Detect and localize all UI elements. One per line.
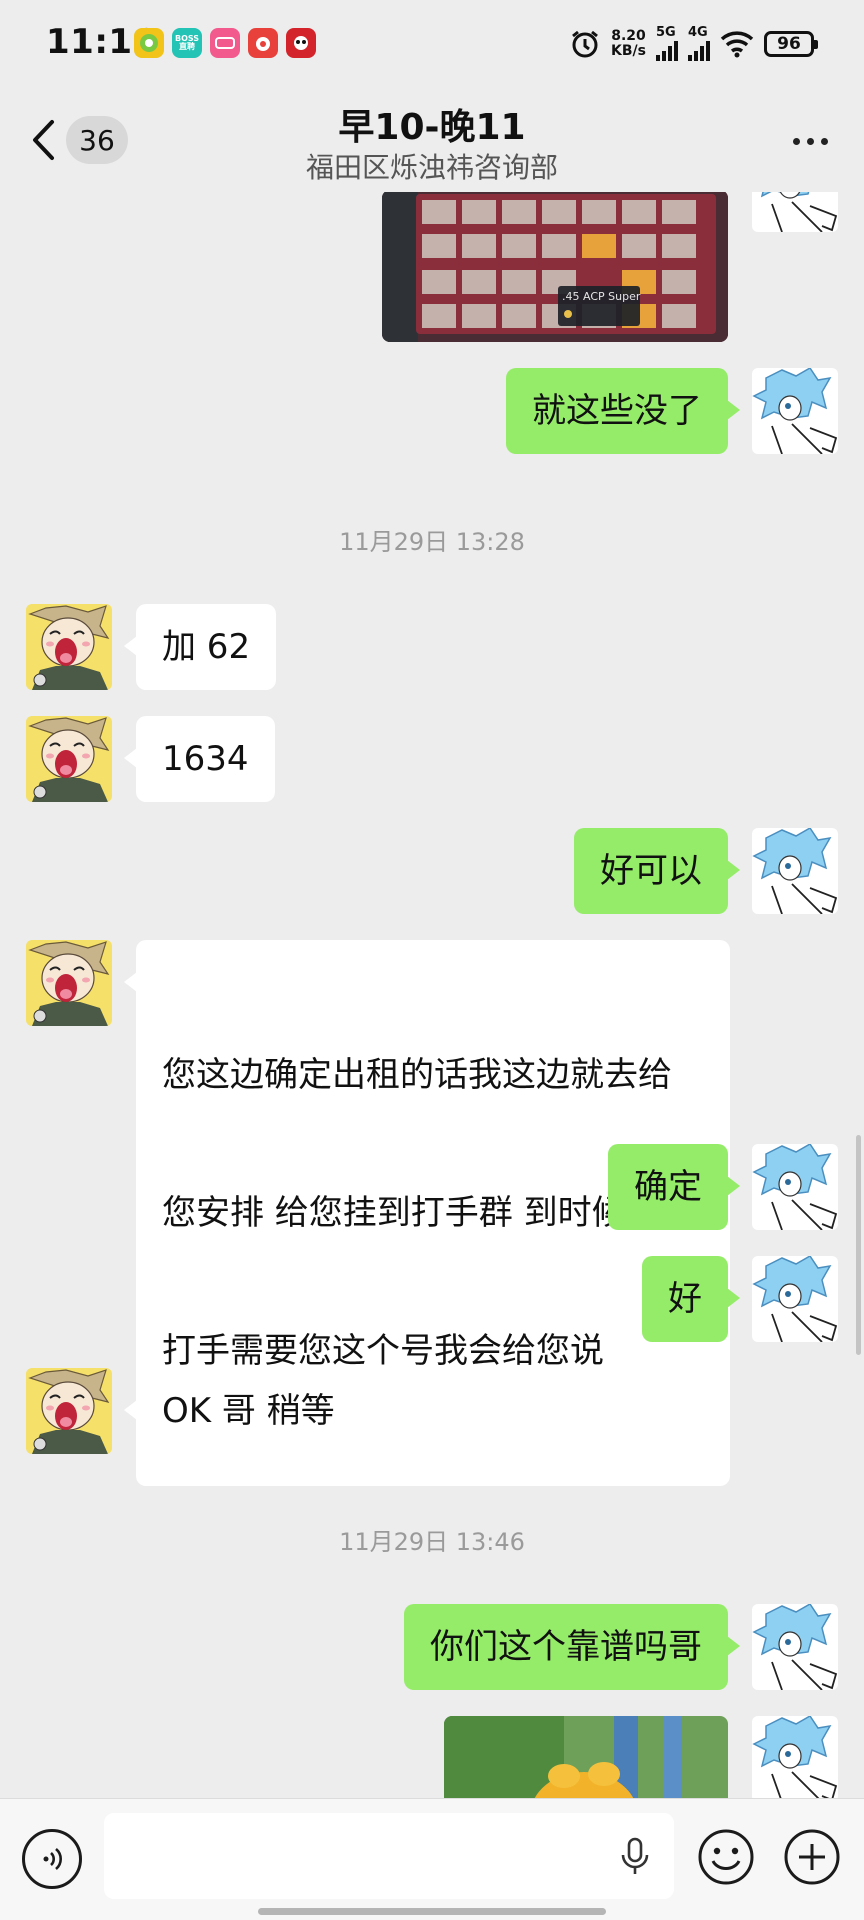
message-list[interactable]: .45 ACP Super 就这些没了 11月29日 13:28 加 62 16… <box>0 192 864 1798</box>
chat-header: 36 早10-晚11 福田区烁浊祎咨询部 <box>0 92 864 192</box>
alarm-icon <box>572 30 598 57</box>
avatar-contact[interactable] <box>26 940 112 1026</box>
app-icon-4 <box>248 28 278 58</box>
signal-bars-icon <box>656 39 678 61</box>
avatar-self[interactable] <box>752 368 838 454</box>
message-input[interactable] <box>104 1813 674 1899</box>
voice-input-button[interactable] <box>22 1829 82 1889</box>
avatar-contact[interactable] <box>26 604 112 690</box>
message-timestamp: 11月29日 13:28 <box>339 528 525 556</box>
message-line: 您这边确定出租的话我这边就去给 <box>162 1055 672 1095</box>
app-icon-boss: BOSS直聘 <box>172 28 202 58</box>
sent-message-bubble[interactable]: 好 <box>642 1256 740 1342</box>
sent-photo[interactable] <box>444 1716 728 1798</box>
sent-message-bubble[interactable]: 好可以 <box>574 828 740 914</box>
photo-caption: .45 ACP Super <box>562 290 641 303</box>
avatar-self[interactable] <box>752 828 838 914</box>
add-attachment-button[interactable] <box>782 1827 842 1887</box>
notification-app-icons: BOSS直聘 <box>134 28 316 58</box>
app-icon-5 <box>286 28 316 58</box>
signal-4g: 4G <box>688 26 710 61</box>
microphone-icon[interactable] <box>618 1837 652 1877</box>
avatar-self[interactable] <box>752 1256 838 1342</box>
scrollbar[interactable] <box>856 1135 861 1355</box>
home-indicator[interactable] <box>258 1908 606 1915</box>
signal-4g-label: 4G <box>688 25 708 40</box>
battery-indicator: 96 <box>764 30 818 57</box>
network-speed-value: 8.20 <box>611 27 646 44</box>
avatar-self[interactable] <box>752 1604 838 1690</box>
dot-icon <box>806 137 814 145</box>
received-message-bubble[interactable]: 1634 <box>124 716 275 802</box>
status-indicators: 8.20 KB/s 5G 4G 96 <box>569 26 818 61</box>
received-message-bubble[interactable]: 加 62 <box>123 604 277 690</box>
received-message-bubble[interactable]: OK 哥 稍等 <box>124 1368 361 1454</box>
input-bar <box>0 1798 864 1920</box>
avatar-self[interactable] <box>752 1144 838 1230</box>
message-timestamp: 11月29日 13:46 <box>339 1528 525 1556</box>
signal-5g: 5G <box>656 26 678 61</box>
dot-icon <box>820 137 828 145</box>
voice-wave-icon <box>43 1848 62 1870</box>
network-speed: 8.20 KB/s <box>611 27 646 59</box>
sent-message-bubble[interactable]: 确定 <box>608 1144 740 1230</box>
avatar-contact[interactable] <box>26 716 112 802</box>
battery-level: 96 <box>777 33 801 54</box>
wifi-icon <box>720 30 754 57</box>
photo-image <box>382 192 728 342</box>
sent-message-bubble[interactable]: 就这些没了 <box>506 368 740 454</box>
app-icon-1 <box>134 28 164 58</box>
avatar-contact[interactable] <box>26 1368 112 1454</box>
avatar-self[interactable] <box>752 192 838 232</box>
chat-subtitle: 福田区烁浊祎咨询部 <box>305 151 558 184</box>
dot-icon <box>792 137 800 145</box>
avatar-self[interactable] <box>752 1716 838 1798</box>
network-speed-unit: KB/s <box>611 42 646 59</box>
sent-photo[interactable]: .45 ACP Super <box>382 192 728 342</box>
status-bar: 11:16 BOSS直聘 8.20 KB/s 5G 4G 96 <box>0 0 864 92</box>
more-options-button[interactable] <box>782 116 838 166</box>
chat-title: 早10-晚11 <box>338 107 526 148</box>
app-icon-3 <box>210 28 240 58</box>
sent-message-bubble[interactable]: 你们这个靠谱吗哥 <box>404 1604 740 1690</box>
photo-image <box>444 1716 728 1798</box>
signal-bars-icon <box>688 39 710 61</box>
signal-5g-label: 5G <box>656 25 676 40</box>
emoji-button[interactable] <box>696 1827 756 1887</box>
